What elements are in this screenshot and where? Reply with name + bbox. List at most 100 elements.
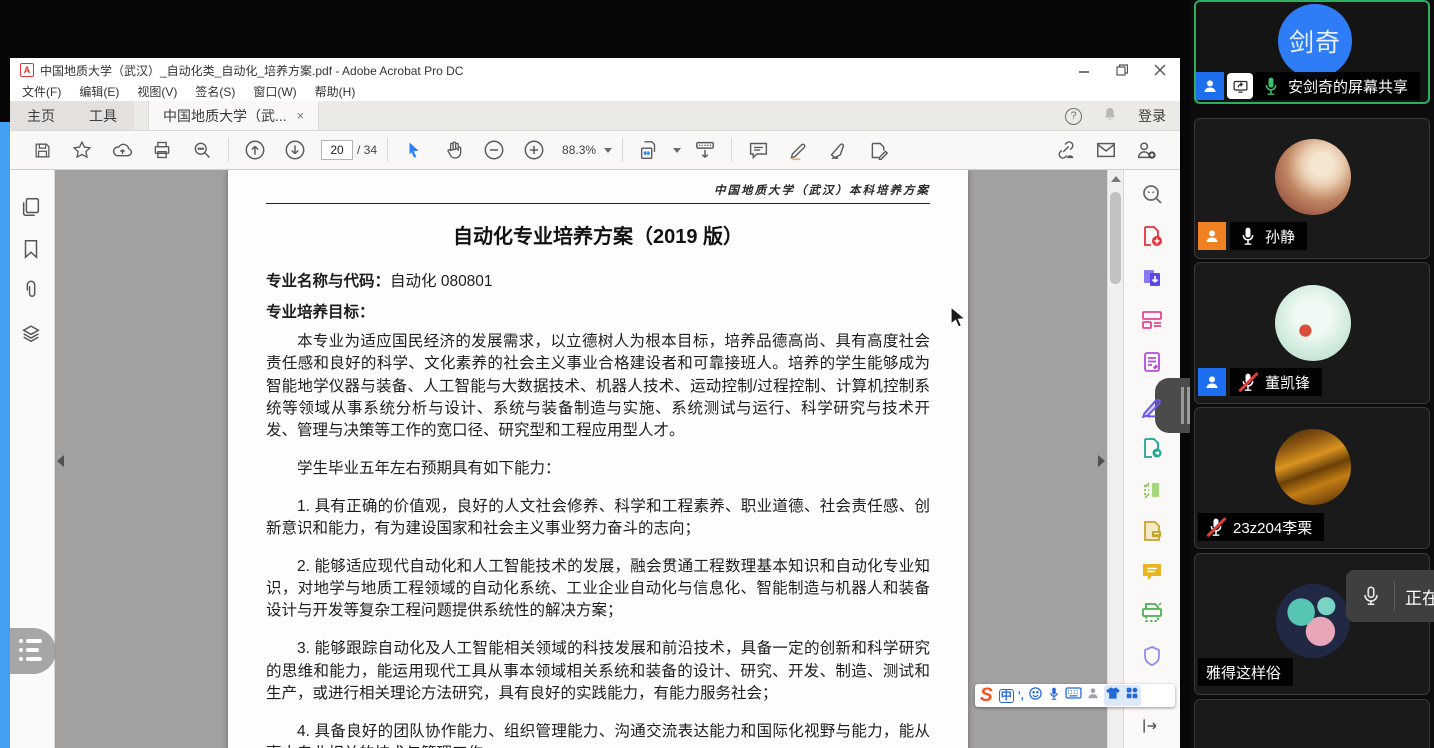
participant-tile[interactable]: 孙静 xyxy=(1194,118,1430,259)
add-user-icon[interactable] xyxy=(1126,135,1166,165)
ime-emoji-icon[interactable] xyxy=(1028,686,1043,706)
menu-view[interactable]: 视图(V) xyxy=(137,83,177,100)
ime-punctuation-icon[interactable]: ’, xyxy=(1018,690,1024,702)
bookmarks-icon[interactable] xyxy=(20,238,42,265)
sign-in-button[interactable]: 登录 xyxy=(1138,106,1166,126)
menu-edit[interactable]: 编辑(E) xyxy=(79,83,119,100)
menu-window[interactable]: 窗口(W) xyxy=(253,83,296,100)
mic-on-icon xyxy=(1360,585,1382,607)
member-badge-icon xyxy=(1198,222,1226,250)
scan-ocr-tool-icon[interactable] xyxy=(1140,601,1164,630)
desktop-edge xyxy=(0,122,10,748)
expand-panel-icon[interactable] xyxy=(1140,717,1160,740)
layers-icon[interactable] xyxy=(20,322,42,349)
page-number-input[interactable]: 20 xyxy=(321,140,353,160)
zoom-out-icon[interactable] xyxy=(474,135,514,165)
highlighter-icon[interactable] xyxy=(778,135,818,165)
acrobat-window: A 中国地质大学（武汉）_自动化类_自动化_培养方案.pdf - Adobe A… xyxy=(10,58,1180,748)
pdf-page: 中国地质大学（武汉）本科培养方案 自动化专业培养方案（2019 版） 专业名称与… xyxy=(228,170,968,748)
save-icon[interactable] xyxy=(22,135,62,165)
edit-pdf-tool-icon[interactable] xyxy=(1140,350,1164,379)
comment-icon[interactable] xyxy=(738,135,778,165)
presentation-mode-icon[interactable] xyxy=(685,135,725,165)
member-badge-icon xyxy=(1196,72,1224,100)
star-icon[interactable] xyxy=(62,135,102,165)
title-bar[interactable]: A 中国地质大学（武汉）_自动化类_自动化_培养方案.pdf - Adobe A… xyxy=(10,58,1180,82)
page-thumbnails-icon[interactable] xyxy=(20,196,42,223)
page-fit-dropdown-icon[interactable] xyxy=(673,148,681,153)
stamp-edit-icon[interactable] xyxy=(858,135,898,165)
zoom-in-icon[interactable] xyxy=(514,135,554,165)
search-tool-icon[interactable] xyxy=(1140,182,1164,211)
previous-page-icon[interactable] xyxy=(235,135,275,165)
share-link-icon[interactable] xyxy=(1046,135,1086,165)
menu-sign[interactable]: 签名(S) xyxy=(195,83,235,100)
protect-tool-icon[interactable] xyxy=(1140,644,1164,673)
search-icon[interactable] xyxy=(182,135,222,165)
crop-pages-tool-icon[interactable] xyxy=(1140,478,1164,507)
menu-help[interactable]: 帮助(H) xyxy=(315,83,356,100)
avatar xyxy=(1275,139,1351,215)
participant-tile[interactable] xyxy=(1194,699,1430,748)
participant-tile[interactable]: 23z204李栗 xyxy=(1194,407,1430,549)
screen: A 中国地质大学（武汉）_自动化类_自动化_培养方案.pdf - Adobe A… xyxy=(0,0,1434,748)
send-for-comments-tool-icon[interactable] xyxy=(1140,436,1164,465)
scroll-up-icon[interactable] xyxy=(1111,176,1121,182)
floating-list-widget[interactable] xyxy=(10,628,56,674)
field-label: 专业名称与代码： xyxy=(266,273,390,290)
fill-sign-icon[interactable] xyxy=(818,135,858,165)
fill-sign-tool-icon[interactable] xyxy=(1140,394,1166,425)
sogou-logo-icon[interactable]: S xyxy=(980,686,993,705)
minimize-button[interactable] xyxy=(1078,64,1090,76)
tab-close-icon[interactable]: × xyxy=(297,108,305,123)
page-fit-icon[interactable] xyxy=(629,135,669,165)
tab-document[interactable]: 中国地质大学（武... × xyxy=(148,101,319,130)
paragraph: 本专业为适应国民经济的发展需求，以立德树人为根本目标，培养品德高尚、具有高度社会… xyxy=(266,331,930,442)
select-cursor-icon[interactable] xyxy=(394,135,434,165)
cloud-upload-icon[interactable] xyxy=(102,135,142,165)
help-icon[interactable]: ? xyxy=(1065,108,1082,125)
collapse-left-panel-icon[interactable] xyxy=(57,455,64,467)
tab-tools[interactable]: 工具 xyxy=(72,101,134,130)
comment-tool-icon[interactable] xyxy=(1140,560,1164,589)
ime-voice-mic-icon[interactable] xyxy=(1047,686,1061,706)
mic-muted-icon xyxy=(1206,517,1226,537)
vertical-scrollbar[interactable] xyxy=(1107,170,1123,748)
menu-file[interactable]: 文件(F) xyxy=(22,83,61,100)
header-rule xyxy=(266,203,930,204)
participant-tile[interactable]: 剑奇 安剑奇的屏幕共享 xyxy=(1194,0,1430,104)
participant-tile[interactable]: 董凯锋 xyxy=(1194,262,1430,404)
prepare-form-tool-icon[interactable] xyxy=(1140,519,1164,548)
export-pdf-tool-icon[interactable] xyxy=(1140,266,1164,295)
collapse-right-panel-icon[interactable] xyxy=(1098,455,1105,467)
section-label: 专业培养目标： xyxy=(266,300,930,322)
hand-pan-icon[interactable] xyxy=(434,135,474,165)
next-page-icon[interactable] xyxy=(275,135,315,165)
main-toolbar: 20 / 34 88.3% xyxy=(10,131,1180,170)
attachments-paperclip-icon[interactable] xyxy=(20,279,42,306)
document-viewport[interactable]: 中国地质大学（武汉）本科培养方案 自动化专业培养方案（2019 版） 专业名称与… xyxy=(55,170,1107,748)
notifications-bell-icon[interactable] xyxy=(1102,106,1118,127)
page-header-text: 中国地质大学（武汉）本科培养方案 xyxy=(266,182,930,198)
scrollbar-thumb[interactable] xyxy=(1110,192,1121,284)
organize-pages-tool-icon[interactable] xyxy=(1140,308,1164,337)
meeting-panel: 剑奇 安剑奇的屏幕共享 孙静 xyxy=(1190,0,1434,748)
print-icon[interactable] xyxy=(142,135,182,165)
participant-name: 董凯锋 xyxy=(1265,372,1310,393)
restore-button[interactable] xyxy=(1116,64,1128,76)
window-title: 中国地质大学（武汉）_自动化类_自动化_培养方案.pdf - Adobe Acr… xyxy=(40,62,463,79)
ime-skin-icon[interactable] xyxy=(1106,686,1121,705)
avatar xyxy=(1276,584,1350,658)
close-button[interactable] xyxy=(1154,64,1166,76)
zoom-level-value[interactable]: 88.3% xyxy=(562,143,596,157)
paragraph: 3. 能够跟踪自动化及人工智能相关领域的科技发展和前沿技术，具备一定的创新和科学… xyxy=(266,638,930,705)
ime-account-icon[interactable] xyxy=(1086,686,1100,705)
ime-keyboard-icon[interactable] xyxy=(1065,686,1082,705)
ime-chinese-mode-icon[interactable]: 中 xyxy=(999,689,1014,703)
zoom-dropdown-icon[interactable] xyxy=(604,148,612,153)
create-pdf-tool-icon[interactable] xyxy=(1140,224,1164,253)
ime-toolbox-icon[interactable] xyxy=(1125,686,1139,705)
tab-home[interactable]: 主页 xyxy=(10,101,72,130)
email-icon[interactable] xyxy=(1086,135,1126,165)
mouse-cursor xyxy=(950,306,968,335)
